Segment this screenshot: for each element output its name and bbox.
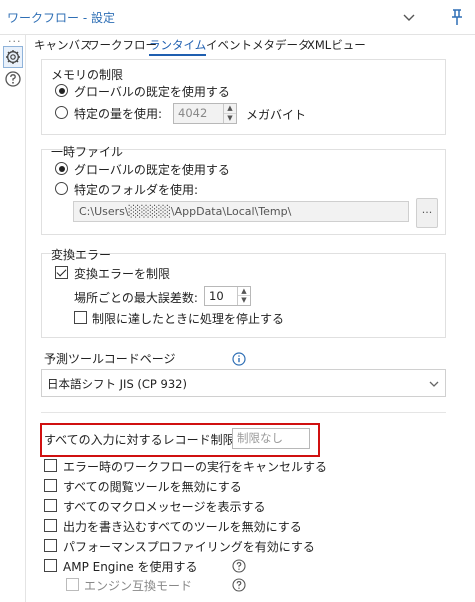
- help-icon[interactable]: [232, 578, 246, 592]
- memory-specific-radio[interactable]: [55, 106, 68, 119]
- codepage-value: 日本語シフト JIS (CP 932): [47, 377, 187, 391]
- tab-xml-view[interactable]: XMLビュー: [307, 37, 366, 53]
- chevron-down-icon[interactable]: [398, 6, 420, 28]
- disable-output-tools-checkbox[interactable]: [44, 519, 57, 532]
- codepage-select[interactable]: 日本語シフト JIS (CP 932): [41, 369, 446, 397]
- settings-tab-button[interactable]: [3, 46, 23, 68]
- stepper-down-icon[interactable]: ▼: [238, 296, 250, 305]
- browse-folder-button[interactable]: ...: [416, 198, 438, 228]
- limit-conversion-errors-label: 変換エラーを制限: [74, 267, 171, 281]
- tab-workflow[interactable]: ワークフロー: [88, 37, 157, 53]
- memory-unit-label: メガバイト: [246, 108, 307, 122]
- tab-events[interactable]: イベント: [206, 37, 252, 53]
- stepper-down-icon[interactable]: ▼: [224, 114, 236, 124]
- max-errors-label: 場所ごとの最大誤差数:: [74, 291, 198, 305]
- record-limit-label: すべての入力に対するレコード制限:: [44, 433, 239, 447]
- tab-metadata[interactable]: メタデータ: [252, 37, 310, 53]
- cancel-on-error-label: エラー時のワークフローの実行をキャンセルする: [63, 460, 328, 474]
- tab-canvas[interactable]: キャンバス: [34, 37, 92, 53]
- codepage-label: 予測ツールコードページ: [44, 352, 176, 366]
- amp-engine-label: AMP Engine を使用する: [63, 560, 198, 574]
- engine-compat-checkbox[interactable]: [66, 578, 79, 591]
- memory-global-radio[interactable]: [55, 84, 68, 97]
- help-icon[interactable]: [232, 559, 246, 573]
- show-macro-messages-checkbox[interactable]: [44, 499, 57, 512]
- temp-folder-path-input[interactable]: C:\Users\░░░░░\AppData\Local\Temp\: [73, 201, 409, 222]
- temp-global-radio[interactable]: [55, 162, 68, 175]
- temp-global-label: グローバルの既定を使用する: [74, 163, 230, 177]
- stop-on-limit-checkbox[interactable]: [74, 311, 87, 324]
- memory-limit-title: メモリの制限: [51, 68, 124, 82]
- section-divider: [41, 412, 446, 413]
- disable-browse-tools-label: すべての閲覧ツールを無効にする: [63, 480, 242, 494]
- performance-profiling-label: パフォーマンスプロファイリングを有効にする: [63, 540, 315, 554]
- window-title: ワークフロー - 設定: [7, 11, 115, 25]
- memory-global-label: グローバルの既定を使用する: [74, 85, 230, 99]
- max-errors-value: 10: [209, 289, 224, 303]
- disable-output-tools-label: 出力を書き込むすべてのツールを無効にする: [63, 520, 302, 534]
- help-icon[interactable]: [4, 70, 22, 88]
- cancel-on-error-checkbox[interactable]: [44, 459, 57, 472]
- show-macro-messages-label: すべてのマクロメッセージを表示する: [63, 500, 266, 514]
- limit-conversion-errors-checkbox[interactable]: [55, 266, 68, 279]
- performance-profiling-checkbox[interactable]: [44, 539, 57, 552]
- chevron-down-icon: [429, 381, 439, 387]
- settings-tabs: キャンバス ワークフロー ランタイム イベント メタデータ XMLビュー: [26, 35, 475, 56]
- memory-amount-stepper[interactable]: 4042 ▲ ▼: [173, 103, 237, 124]
- stepper-up-icon[interactable]: ▲: [238, 287, 250, 296]
- memory-amount-value: 4042: [178, 106, 208, 120]
- pin-icon[interactable]: [446, 6, 468, 28]
- memory-specific-label: 特定の量を使用:: [74, 107, 163, 121]
- stepper-up-icon[interactable]: ▲: [224, 104, 236, 114]
- gear-icon: [6, 50, 20, 64]
- engine-compat-label: エンジン互換モード: [84, 579, 193, 593]
- tab-runtime[interactable]: ランタイム: [149, 37, 207, 56]
- stop-on-limit-label: 制限に達したときに処理を停止する: [92, 312, 285, 326]
- max-errors-stepper[interactable]: 10 ▲ ▼: [204, 286, 251, 306]
- temp-files-title: 一時ファイル: [51, 145, 124, 159]
- amp-engine-checkbox[interactable]: [44, 559, 57, 572]
- title-bar: ワークフロー - 設定: [0, 0, 475, 35]
- max-errors-arrows: ▲ ▼: [237, 287, 250, 305]
- temp-specific-radio[interactable]: [55, 182, 68, 195]
- info-icon[interactable]: [232, 352, 246, 366]
- disable-browse-tools-checkbox[interactable]: [44, 479, 57, 492]
- conversion-errors-title: 変換エラー: [51, 248, 112, 262]
- side-toolbar: ···: [0, 35, 26, 602]
- record-limit-input[interactable]: [232, 428, 310, 449]
- temp-specific-label: 特定のフォルダを使用:: [74, 183, 199, 197]
- memory-amount-arrows: ▲ ▼: [223, 104, 236, 123]
